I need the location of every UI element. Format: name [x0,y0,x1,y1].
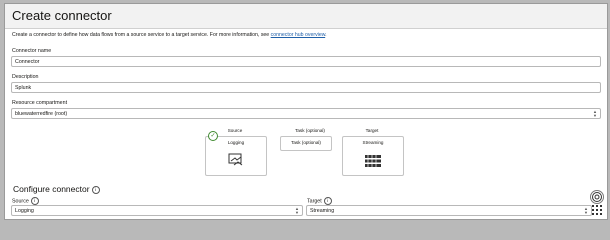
select-arrows-icon: ▲ ▼ [584,206,588,215]
page-title: Create connector [12,8,112,23]
connector-hub-overview-link[interactable]: connector hub overview [271,32,326,38]
configure-connector-heading: Configure connector i [13,184,100,194]
source-complete-check-icon: ✓ [208,131,218,141]
task-card[interactable]: Task (optional) [280,136,332,151]
select-arrows-icon: ▲ ▼ [295,206,299,215]
lifebuoy-icon [592,192,602,202]
source-label: Source i [12,197,39,205]
resource-compartment-label: Resource compartment [12,100,68,106]
streaming-icon [365,155,381,167]
logging-icon [228,153,243,166]
description-input[interactable]: Splunk [11,82,601,93]
target-stage: Target [365,128,379,133]
resource-compartment-select[interactable]: bluewaterredfire (root) ▲ ▼ [11,108,601,119]
description-label: Description [12,74,39,80]
info-icon[interactable]: i [91,185,100,194]
target-card[interactable]: Streaming [342,136,404,176]
task-stage: Task (optional) [295,128,325,133]
app-grid-icon[interactable] [592,205,602,215]
source-select[interactable]: Logging ▲ ▼ [11,205,303,216]
panel-header: Create connector [5,4,607,29]
intro-text: Create a connector to define how data fl… [12,32,327,38]
help-lifebuoy-button[interactable] [590,190,604,204]
target-select[interactable]: Streaming ▲ ▼ [306,205,592,216]
source-card[interactable]: Logging [205,136,267,176]
target-label: Target i [307,197,332,205]
info-icon[interactable]: i [30,197,39,205]
create-connector-panel: Create connector Create a connector to d… [4,3,608,220]
select-arrows-icon: ▲ ▼ [593,109,597,118]
connector-name-input[interactable]: Connector [11,56,601,67]
info-icon[interactable]: i [323,197,332,205]
connector-name-label: Connector name [12,48,52,54]
